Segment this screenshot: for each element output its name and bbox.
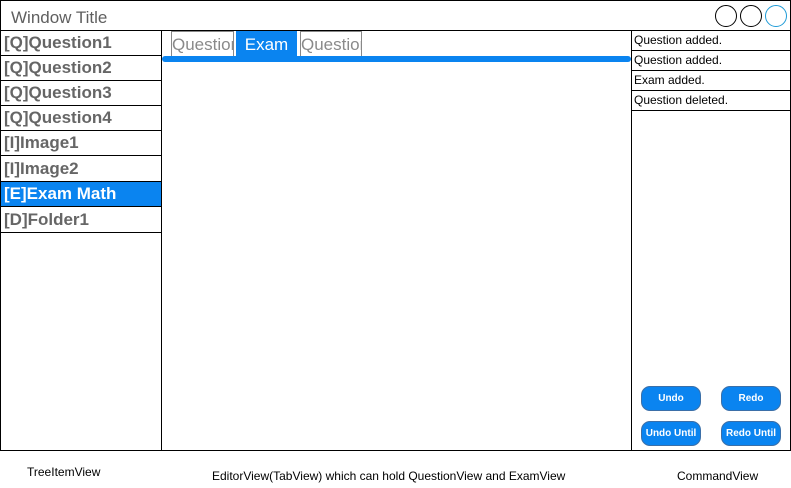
redo-button[interactable]: Redo (721, 386, 781, 411)
tree-item-question1[interactable]: [Q]Question1 (1, 31, 161, 56)
caption-command-view: CommandView (677, 469, 759, 483)
tree-item-question2[interactable]: [Q]Question2 (1, 56, 161, 81)
close-button[interactable] (765, 5, 787, 27)
window-title: Window Title (11, 8, 108, 27)
tab-underline-bar (162, 56, 631, 62)
tree-item-image1[interactable]: [I]Image1 (1, 131, 161, 156)
application-window: Window Title [Q]Question1 [Q]Question2 [… (0, 0, 791, 451)
editor-tab-view: Question Exam Question (162, 31, 631, 450)
caption-tree-item-view: TreeItemView (27, 465, 101, 479)
caption-editor-view: EditorView(TabView) which can hold Quest… (212, 469, 566, 483)
tree-item-image2[interactable]: [I]Image2 (1, 157, 161, 182)
tree-item-exam-math[interactable]: [E]Exam Math (1, 182, 161, 207)
command-log-item: Exam added. (632, 71, 791, 91)
tree-item-question4[interactable]: [Q]Question4 (1, 106, 161, 131)
tree-item-question3[interactable]: [Q]Question3 (1, 81, 161, 106)
tab-question-1[interactable]: Question (171, 31, 234, 56)
undo-button[interactable]: Undo (641, 386, 701, 411)
command-log-item: Question deleted. (632, 91, 791, 111)
undo-until-button[interactable]: Undo Until (641, 421, 701, 446)
redo-until-button[interactable]: Redo Until (721, 421, 781, 446)
minimize-button[interactable] (715, 5, 737, 27)
tab-question-2[interactable]: Question (300, 31, 362, 56)
title-bar: Window Title (1, 1, 790, 31)
tree-item-folder1[interactable]: [D]Folder1 (1, 208, 161, 233)
command-log-item: Question added. (632, 51, 791, 71)
tab-exam[interactable]: Exam (236, 31, 297, 56)
maximize-button[interactable] (740, 5, 762, 27)
tree-item-view: [Q]Question1 [Q]Question2 [Q]Question3 [… (1, 31, 162, 450)
command-view: Question added. Question added. Exam add… (631, 31, 791, 450)
command-log-item: Question added. (632, 31, 791, 51)
